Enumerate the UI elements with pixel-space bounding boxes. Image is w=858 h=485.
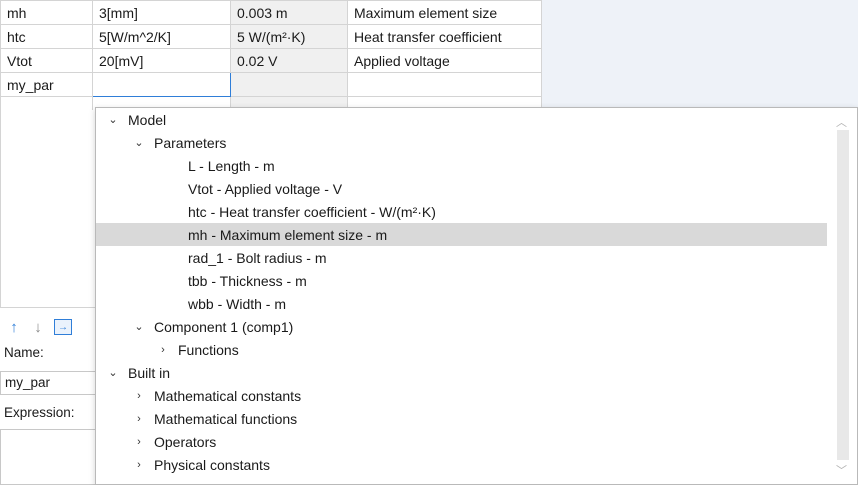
param-description-cell[interactable]: Maximum element size xyxy=(347,0,542,25)
param-description-cell[interactable]: Applied voltage xyxy=(347,48,542,73)
tree-node-component[interactable]: ⌄ Component 1 (comp1) xyxy=(96,315,827,338)
expression-field[interactable] xyxy=(0,429,96,485)
param-value-cell: 5 W/(m²·K) xyxy=(230,24,348,49)
table-row[interactable]: htc 5[W/m^2/K] 5 W/(m²·K) Heat transfer … xyxy=(0,24,542,49)
param-expression-cell[interactable]: 5[W/m^2/K] xyxy=(92,24,231,49)
param-expression-cell[interactable]: 3[mm] xyxy=(92,0,231,25)
param-description-cell[interactable] xyxy=(347,72,542,97)
tree-node-builtin-category[interactable]: › Physical constants xyxy=(96,453,827,476)
tree-node-builtin-category[interactable]: › Mathematical constants xyxy=(96,384,827,407)
param-value-cell: 0.02 V xyxy=(230,48,348,73)
param-value-cell: 0.003 m xyxy=(230,0,348,25)
table-row[interactable]: Vtot 20[mV] 0.02 V Applied voltage xyxy=(0,48,542,73)
arrow-down-icon[interactable]: ↓ xyxy=(30,318,46,336)
tree-item-parameter[interactable]: Vtot - Applied voltage - V xyxy=(96,177,827,200)
tree-node-functions[interactable]: › Functions xyxy=(96,338,827,361)
param-name-cell[interactable]: mh xyxy=(0,0,93,25)
tree-node-parameters[interactable]: ⌄ Parameters xyxy=(96,131,827,154)
tree-node-builtin-category[interactable]: › Operators xyxy=(96,430,827,453)
scroll-down-icon[interactable]: ﹀ xyxy=(836,462,847,478)
scrollbar-thumb[interactable] xyxy=(837,130,849,460)
chevron-right-icon[interactable]: › xyxy=(130,459,148,471)
tree-item-parameter[interactable]: L - Length - m xyxy=(96,154,827,177)
param-value-cell xyxy=(230,72,348,97)
param-name-cell[interactable]: htc xyxy=(0,24,93,49)
tree-item-parameter[interactable]: htc - Heat transfer coefficient - W/(m²·… xyxy=(96,200,827,223)
param-expression-cell[interactable]: 20[mV] xyxy=(92,48,231,73)
chevron-right-icon[interactable]: › xyxy=(130,390,148,402)
tree-item-parameter-selected[interactable]: mh - Maximum element size - m xyxy=(96,223,857,246)
tree-node-builtin-category[interactable]: › Mathematical functions xyxy=(96,407,827,430)
chevron-down-icon[interactable]: ⌄ xyxy=(130,136,148,149)
chevron-right-icon[interactable]: › xyxy=(130,436,148,448)
suggestion-tree: ⌄ Model ⌄ Parameters L - Length - m Vtot… xyxy=(96,108,857,476)
name-field[interactable]: my_par xyxy=(0,371,96,395)
parameters-toolbar: ↑ ↓ → xyxy=(6,316,72,338)
table-row[interactable]: mh 3[mm] 0.003 m Maximum element size xyxy=(0,0,542,25)
right-background-panel xyxy=(541,0,858,110)
name-label: Name: xyxy=(4,345,44,360)
load-from-file-icon[interactable]: → xyxy=(54,319,72,335)
scroll-up-icon[interactable]: ︿ xyxy=(836,114,847,130)
tree-node-builtin[interactable]: ⌄ Built in xyxy=(96,361,827,384)
parameters-table: mh 3[mm] 0.003 m Maximum element size ht… xyxy=(0,0,542,121)
chevron-right-icon[interactable]: › xyxy=(154,344,172,356)
param-expression-editor[interactable] xyxy=(92,72,231,97)
param-name-cell[interactable]: my_par xyxy=(0,72,93,97)
tree-node-model[interactable]: ⌄ Model xyxy=(96,108,827,131)
tree-item-parameter[interactable]: tbb - Thickness - m xyxy=(96,269,827,292)
chevron-down-icon[interactable]: ⌄ xyxy=(130,320,148,333)
param-description-cell[interactable]: Heat transfer coefficient xyxy=(347,24,542,49)
param-name-cell[interactable]: Vtot xyxy=(0,48,93,73)
vertical-scrollbar[interactable]: ︿ ﹀ xyxy=(827,108,857,484)
table-row[interactable]: my_par xyxy=(0,72,542,97)
arrow-up-icon[interactable]: ↑ xyxy=(6,318,22,336)
expression-label: Expression: xyxy=(4,405,75,420)
chevron-down-icon[interactable]: ⌄ xyxy=(104,366,122,379)
tree-item-parameter[interactable]: wbb - Width - m xyxy=(96,292,827,315)
expression-suggestion-popup[interactable]: ⌄ Model ⌄ Parameters L - Length - m Vtot… xyxy=(95,107,858,485)
tree-item-parameter[interactable]: rad_1 - Bolt radius - m xyxy=(96,246,827,269)
chevron-right-icon[interactable]: › xyxy=(130,413,148,425)
chevron-down-icon[interactable]: ⌄ xyxy=(104,113,122,126)
